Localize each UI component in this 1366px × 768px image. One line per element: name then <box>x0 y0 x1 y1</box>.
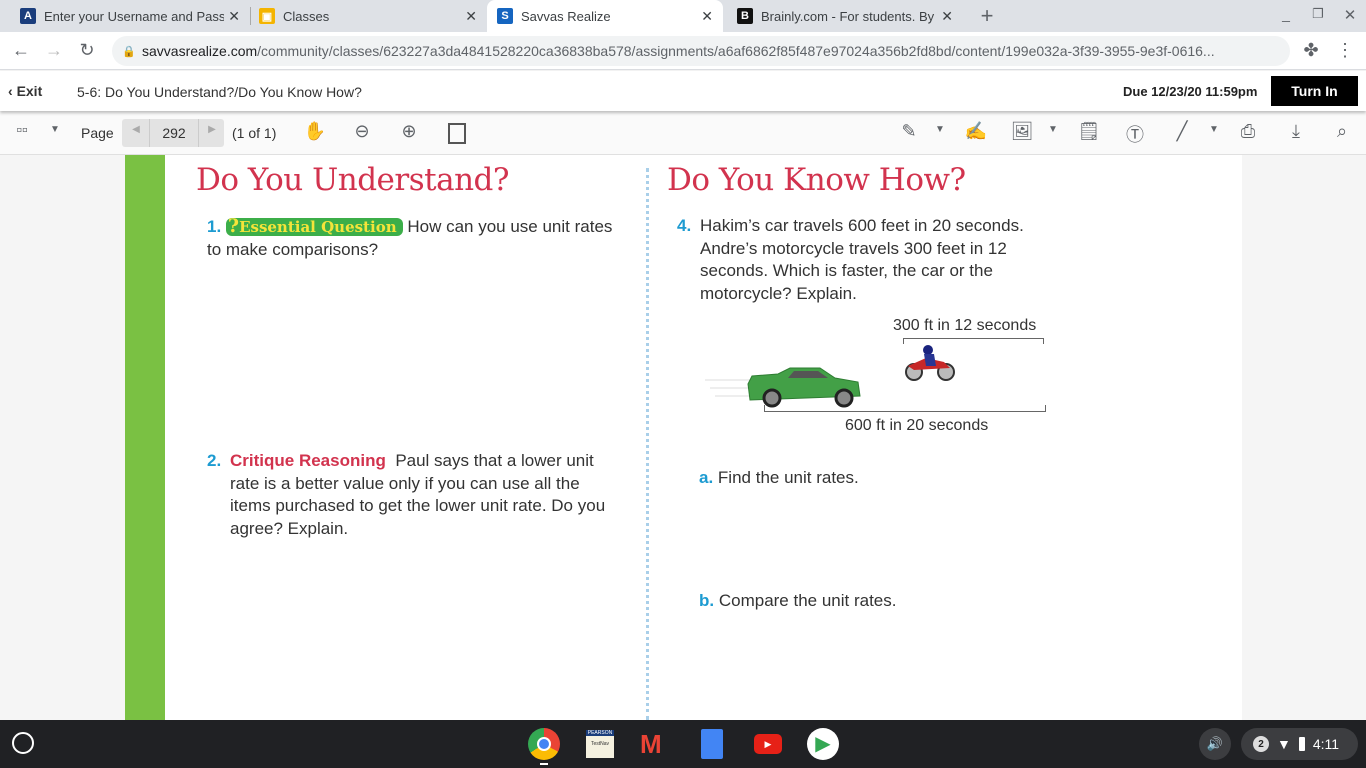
left-heading: Do You Understand? <box>196 162 510 198</box>
youtube-icon[interactable]: ▶ <box>754 734 782 754</box>
back-button[interactable]: ← <box>10 40 32 61</box>
part-a: a. Find the unit rates. <box>699 468 859 487</box>
download-icon[interactable]: ⤓ <box>1284 121 1308 142</box>
due-date: Due 12/23/20 11:59pm <box>1123 84 1258 99</box>
text-box-icon[interactable]: Ⓣ <box>1123 121 1147 147</box>
os-shelf: PEARSON TestNav M ▶ ▶ 🔊 2 ▼ 4:11 <box>0 720 1366 768</box>
chrome-icon[interactable] <box>528 728 560 760</box>
thumbnails-icon[interactable]: ▫▫ <box>10 122 34 140</box>
chevron-down-icon[interactable]: ▼ <box>933 124 947 135</box>
close-icon[interactable]: ✕ <box>465 8 477 25</box>
new-tab-button[interactable]: + <box>975 3 999 28</box>
close-icon[interactable]: ✕ <box>228 8 240 25</box>
right-heading: Do You Know How? <box>667 162 966 198</box>
minimize-button[interactable]: _ <box>1276 6 1296 22</box>
car-image <box>705 367 861 408</box>
pen-icon[interactable]: ✎ <box>897 121 921 142</box>
extensions-icon[interactable]: ✤ <box>1300 40 1322 61</box>
viewer-toolbar: ▫▫ ▼ Page ◀ 292 ▶ (1 of 1) ✋ ⊖ ⊕ ✎ ▼ ✍ 🖼… <box>0 111 1366 155</box>
essential-question-badge: ?Essential Question <box>225 215 403 237</box>
page-label: Page <box>81 125 114 141</box>
tab-login[interactable]: AEnter your Username and Password✕ <box>0 0 250 32</box>
assignment-title: 5-6: Do You Understand?/Do You Know How? <box>77 84 362 100</box>
reload-button[interactable]: ↻ <box>76 40 98 61</box>
motorcycle-label: 300 ft in 12 seconds <box>893 317 1037 334</box>
motorcycle-image <box>905 345 955 381</box>
prev-page-button[interactable]: ◀ <box>126 124 146 135</box>
forward-button[interactable]: → <box>43 40 65 61</box>
url-input[interactable]: 🔒 savvasrealize.com/community/classes/62… <box>112 36 1290 66</box>
tab-strip: AEnter your Username and Password✕ ▣Clas… <box>0 0 1366 32</box>
play-store-icon[interactable]: ▶ <box>807 728 839 760</box>
select-to-speak-icon[interactable]: 🔊 <box>1199 728 1231 760</box>
page-number-input[interactable]: 292 <box>149 119 199 147</box>
status-tray[interactable]: 2 ▼ 4:11 <box>1241 728 1358 760</box>
fit-page-icon[interactable] <box>448 123 466 144</box>
gmail-icon[interactable]: M <box>640 730 662 758</box>
lock-icon: 🔒 <box>122 45 136 58</box>
question-4: 4. Hakim’s car travels 600 feet in 20 se… <box>677 216 1024 303</box>
close-window-button[interactable]: ✕ <box>1340 6 1360 24</box>
car-motorcycle-illustration <box>705 345 955 408</box>
close-icon[interactable]: ✕ <box>941 8 953 25</box>
image-icon[interactable]: 🖼 <box>1010 121 1034 142</box>
car-label: 600 ft in 20 seconds <box>845 417 989 434</box>
testnav-icon[interactable]: PEARSON TestNav <box>586 730 614 758</box>
line-tool-icon[interactable]: ╱ <box>1170 121 1194 142</box>
chevron-down-icon[interactable]: ▼ <box>48 124 62 135</box>
hand-tool-icon[interactable]: ✋ <box>303 121 327 142</box>
page-green-strip <box>125 155 165 720</box>
restore-button[interactable]: ❐ <box>1308 6 1328 22</box>
assignment-header: ‹ Exit 5-6: Do You Understand?/Do You Kn… <box>0 71 1366 111</box>
question-2: 2. Critique Reasoning Paul says that a l… <box>207 451 606 538</box>
part-b: b. Compare the unit rates. <box>699 591 897 610</box>
signature-icon[interactable]: ✍ <box>963 121 989 142</box>
classroom-icon: ▣ <box>259 8 275 24</box>
car-bracket <box>764 405 1046 412</box>
brainly-icon: B <box>737 8 753 24</box>
savvas-icon: S <box>497 8 513 24</box>
turn-in-button[interactable]: Turn In <box>1271 76 1358 106</box>
column-divider <box>646 168 649 720</box>
wifi-icon: ▼ <box>1277 736 1291 752</box>
zoom-in-icon[interactable]: ⊕ <box>397 121 421 142</box>
tab-classes[interactable]: ▣ Classes ✕ <box>250 7 487 25</box>
exit-button[interactable]: ‹ Exit <box>8 83 42 99</box>
clock: 4:11 <box>1312 736 1340 752</box>
note-icon[interactable]: 🗒 <box>1077 121 1101 142</box>
zoom-out-icon[interactable]: ⊖ <box>350 121 374 142</box>
chevron-left-icon: ‹ <box>8 83 17 99</box>
question-1: 1. ?Essential Question How can you use u… <box>207 215 613 259</box>
chevron-down-icon[interactable]: ▼ <box>1207 124 1221 135</box>
chevron-down-icon[interactable]: ▼ <box>1046 124 1060 135</box>
next-page-button[interactable]: ▶ <box>202 124 222 135</box>
battery-icon <box>1298 737 1305 751</box>
question-mark-icon: ? <box>227 215 240 237</box>
tab-brainly[interactable]: BBrainly.com - For students. By students… <box>723 0 963 32</box>
search-icon[interactable]: ⌕ <box>1330 121 1354 142</box>
tab-savvas[interactable]: S Savvas Realize ✕ <box>487 0 723 32</box>
print-icon[interactable]: ⎙ <box>1236 121 1260 142</box>
close-icon[interactable]: ✕ <box>701 8 713 25</box>
site-icon: A <box>20 8 36 24</box>
page-count: (1 of 1) <box>232 125 277 141</box>
notification-count: 2 <box>1253 736 1269 752</box>
google-docs-icon[interactable] <box>701 729 723 759</box>
launcher-icon[interactable] <box>12 732 34 754</box>
menu-icon[interactable]: ⋮ <box>1334 40 1356 61</box>
page-navigator: ◀ 292 ▶ <box>122 119 224 147</box>
active-app-indicator <box>540 763 548 765</box>
